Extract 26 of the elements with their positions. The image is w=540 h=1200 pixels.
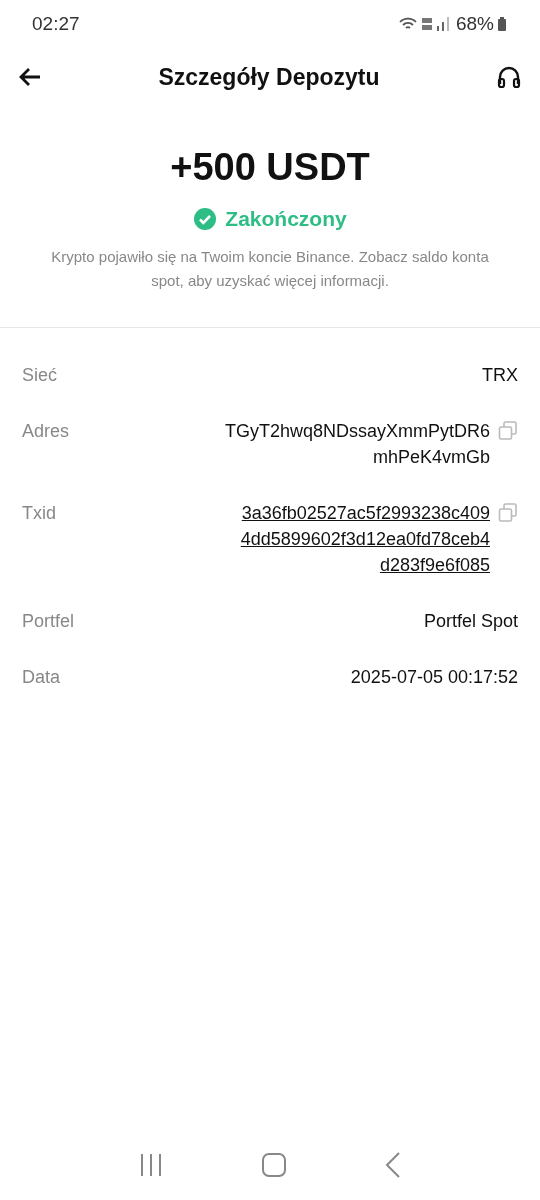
detail-label: Data	[22, 666, 61, 689]
detail-label: Portfel	[22, 610, 75, 633]
headset-icon[interactable]	[496, 64, 522, 90]
wifi-icon	[397, 16, 418, 32]
detail-value: TGyT2hwq8NDssayXmmPytDR6 mhPeK4vmGb	[224, 420, 490, 469]
detail-value: 2025-07-05 00:17:52	[350, 666, 518, 689]
nav-back-icon[interactable]	[384, 1152, 401, 1178]
recent-apps-icon[interactable]	[139, 1153, 164, 1177]
txid-link[interactable]: 3a36fb02527ac5f2993238c409 4dd5899602f3d12ea0fd78ceb4 d283f9e6f085	[240, 500, 490, 578]
detail-label: Adres	[22, 420, 70, 443]
detail-label: Sieć	[22, 364, 57, 387]
status-time: 02:27	[32, 13, 80, 35]
page-title: Szczegóły Depozytu	[158, 63, 380, 91]
battery-percent: 68%	[455, 13, 494, 35]
detail-value: TRX	[482, 364, 518, 387]
signal-icon	[421, 16, 452, 32]
detail-label: Txid	[22, 502, 56, 525]
detail-value: Portfel Spot	[423, 610, 518, 633]
deposit-note: Krypto pojawiło się na Twoim koncie Binance. Zobacz saldo konta spot, aby uzyskać więcej informacji.	[50, 247, 490, 291]
deposit-status: Zakończony	[225, 207, 347, 231]
copy-icon[interactable]	[498, 503, 518, 523]
home-icon[interactable]	[262, 1153, 286, 1177]
back-arrow-icon[interactable]	[18, 67, 42, 87]
deposit-amount: +500 USDT	[170, 146, 370, 189]
copy-icon[interactable]	[498, 421, 518, 441]
battery-icon	[498, 17, 506, 31]
